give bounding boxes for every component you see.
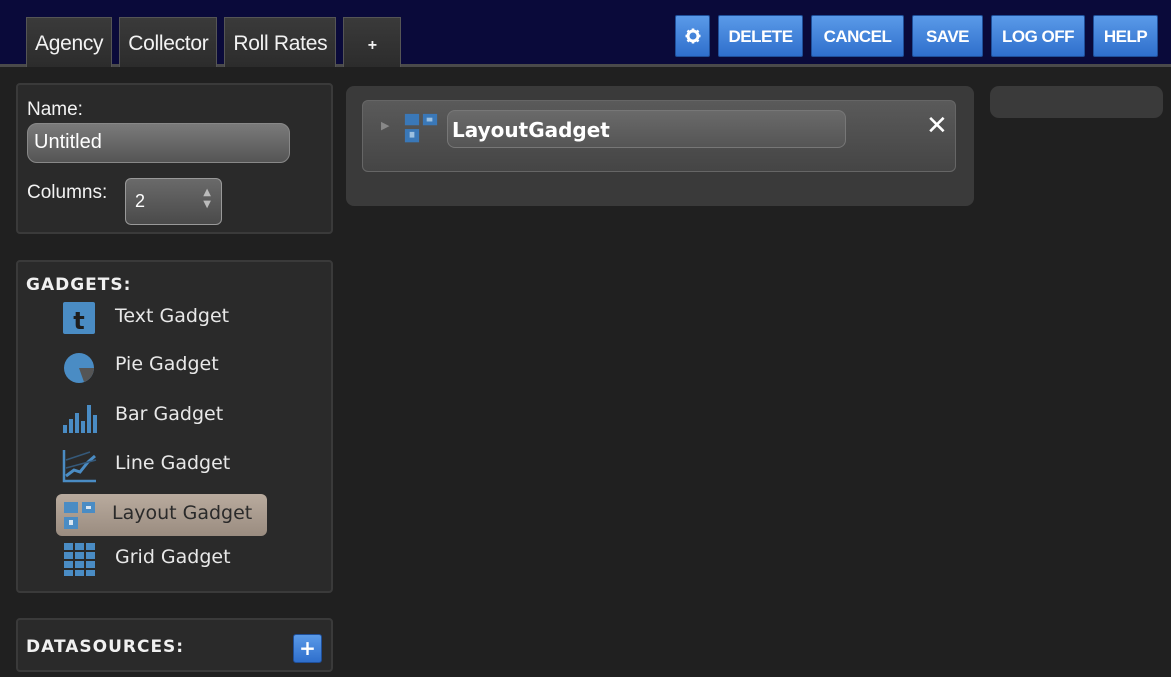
gadget-item-label: Line Gadget [115, 452, 231, 474]
pie-gadget-icon [64, 353, 94, 383]
tab-roll-rates[interactable]: Roll Rates [224, 17, 337, 67]
gadget-item-label: Pie Gadget [115, 353, 219, 375]
dashboard-column-empty [990, 86, 1163, 118]
columns-value: 2 [135, 191, 146, 211]
tab-agency[interactable]: Agency [26, 17, 113, 67]
settings-button[interactable] [675, 15, 710, 57]
gadget-item-label: Layout Gadget [112, 502, 253, 524]
gadget-item-label: Bar Gadget [115, 403, 224, 425]
add-datasource-button[interactable]: + [293, 634, 322, 663]
top-bar: Agency Collector Roll Rates + DELETE CAN… [0, 0, 1171, 67]
close-icon[interactable]: ✕ [926, 111, 948, 141]
gadget-item-pie[interactable]: Pie Gadget [56, 345, 266, 387]
expand-arrow-icon[interactable]: ▶ [381, 119, 389, 132]
save-button[interactable]: SAVE [912, 15, 983, 57]
layout-gadget-icon [404, 113, 438, 143]
gadget-item-grid[interactable]: Grid Gadget [56, 538, 266, 580]
dashboard-settings-panel: Name: Untitled Columns: 2 ▲ ▼ [16, 83, 333, 234]
gadget-title-input[interactable]: LayoutGadget [447, 110, 846, 148]
gadget-item-label: Text Gadget [115, 305, 230, 327]
gadgets-title: GADGETS: [26, 275, 132, 295]
name-label: Name: [27, 99, 83, 120]
gadget-item-line[interactable]: Line Gadget [56, 444, 266, 486]
layout-gadget-icon [64, 502, 95, 529]
dashboard-column: ▶ LayoutGadget ✕ [346, 86, 974, 206]
datasources-panel: DATASOURCES: + [16, 618, 333, 672]
tab-bar: Agency Collector Roll Rates + [26, 17, 402, 67]
text-gadget-icon: t [63, 302, 95, 335]
cancel-button[interactable]: CANCEL [811, 15, 904, 57]
gadget-item-layout[interactable]: Layout Gadget [56, 494, 267, 536]
help-button[interactable]: HELP [1093, 15, 1158, 57]
svg-text:t: t [73, 307, 84, 335]
gadget-item-text[interactable]: t Text Gadget [56, 297, 266, 339]
gadget-item-label: Grid Gadget [115, 546, 231, 568]
columns-label: Columns: [27, 182, 108, 203]
stepper-arrows-icon[interactable]: ▲ ▼ [203, 187, 211, 211]
action-toolbar: DELETE CANCEL SAVE LOG OFF HELP [675, 15, 1158, 57]
delete-button[interactable]: DELETE [718, 15, 803, 57]
gadget-item-bar[interactable]: Bar Gadget [56, 395, 266, 437]
tab-collector[interactable]: Collector [119, 17, 218, 67]
gear-icon [685, 28, 700, 44]
grid-gadget-icon [64, 543, 95, 576]
columns-stepper[interactable]: 2 ▲ ▼ [125, 178, 222, 225]
line-gadget-icon [62, 450, 97, 483]
datasources-title: DATASOURCES: [26, 637, 185, 657]
gadgets-panel: GADGETS: t Text Gadget Pie Gadget Bar Ga… [16, 260, 333, 593]
bar-gadget-icon [63, 405, 97, 433]
add-tab-button[interactable]: + [343, 17, 402, 67]
layout-gadget-card[interactable]: ▶ LayoutGadget ✕ [362, 100, 956, 172]
log-off-button[interactable]: LOG OFF [991, 15, 1085, 57]
name-input[interactable]: Untitled [27, 123, 290, 163]
